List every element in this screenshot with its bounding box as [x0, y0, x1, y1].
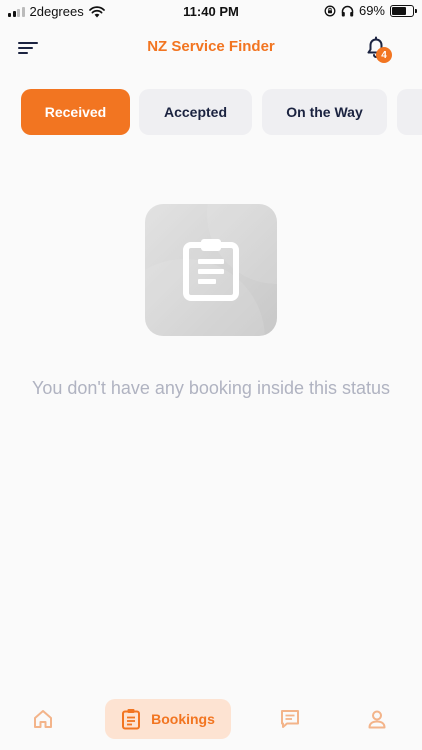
empty-state-message: You don't have any booking inside this s… [31, 378, 391, 398]
headphones-icon [341, 5, 354, 16]
nav-profile[interactable] [364, 699, 390, 739]
battery-fill [392, 6, 406, 15]
home-icon [34, 710, 52, 728]
bottom-navigation: Bookings [0, 692, 422, 750]
status-bar: 2degrees 11:40 PM 69% [0, 0, 422, 24]
orientation-lock-icon [324, 5, 336, 16]
battery-percent: 69% [358, 3, 385, 18]
clipboard-icon [183, 239, 239, 301]
page-title: NZ Service Finder [147, 38, 275, 55]
battery-icon [390, 4, 417, 17]
tab-on-the-way[interactable]: On the Way [262, 89, 387, 135]
status-right: 69% [324, 3, 417, 18]
tab-accepted[interactable]: Accepted [139, 89, 252, 135]
nav-bookings[interactable]: Bookings [105, 699, 231, 739]
tab-received[interactable]: Received [21, 89, 130, 135]
chat-icon [281, 710, 299, 728]
status-tabs: Received Accepted On the Way [21, 89, 422, 136]
nav-messages[interactable] [277, 699, 303, 739]
nav-home[interactable] [30, 699, 56, 739]
nav-bookings-label: Bookings [151, 711, 215, 727]
notification-badge: 4 [376, 47, 392, 63]
empty-state-illustration [145, 204, 277, 336]
notifications-button[interactable]: 4 [364, 36, 392, 64]
user-icon [368, 710, 386, 729]
app-header: NZ Service Finder 4 [0, 28, 422, 68]
clipboard-icon [122, 709, 141, 730]
tab-next-partial[interactable] [397, 89, 422, 135]
